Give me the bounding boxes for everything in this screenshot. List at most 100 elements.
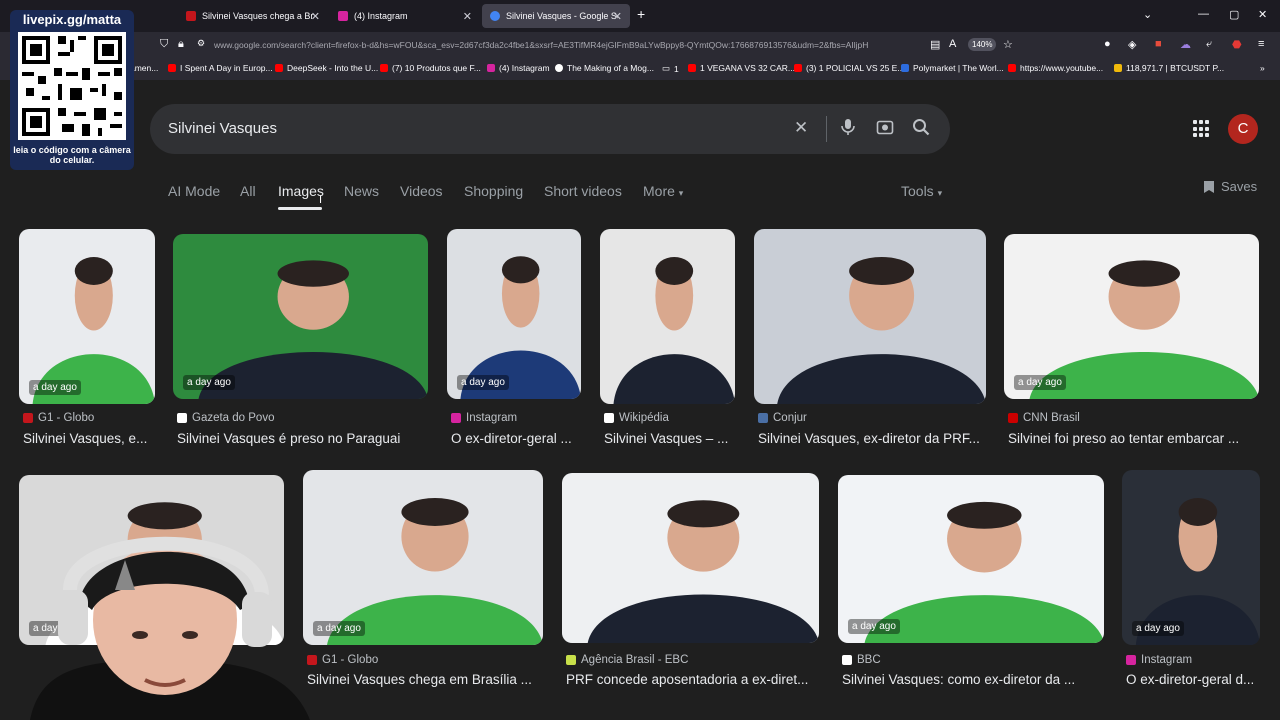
search-icon[interactable] [912,118,930,141]
search-input[interactable]: Silvinei Vasques [168,120,277,137]
adblock-icon[interactable]: ⬣ [1232,38,1242,51]
tab-list-icon[interactable]: ⌄ [1143,8,1152,21]
reader-view-icon[interactable]: ▤ [930,38,940,51]
image-thumbnail[interactable] [754,229,986,404]
person-photo [32,257,155,404]
permissions-icon[interactable]: ⚙ [197,38,205,49]
image-thumbnail[interactable]: a day ago [19,229,155,404]
person-body [777,354,986,404]
translate-icon[interactable]: A [949,38,956,50]
menu-icon[interactable]: ≡ [1258,38,1264,50]
bookmarks-overflow-icon[interactable]: » [1260,63,1265,73]
window-close-icon[interactable]: ✕ [1258,8,1267,21]
avatar[interactable]: C [1228,114,1258,144]
result-caption[interactable]: Silvinei Vasques, e... [23,431,155,446]
close-icon[interactable]: ✕ [311,10,320,23]
extension-g-icon[interactable]: ● [1104,38,1111,50]
more-label: More [643,183,675,199]
bookmark-item[interactable]: (4) Instagram [487,63,550,73]
bookmark-label: DeepSeek - Into the U... [287,63,379,73]
divider [826,116,827,142]
bookmark-item[interactable]: amen... [130,63,158,73]
image-thumbnail[interactable] [600,229,735,404]
bookmark-item[interactable]: 118,971.7 | BTCUSDT P... [1114,63,1224,73]
google-apps-icon[interactable] [1193,120,1211,138]
tab-short-videos[interactable]: Short videos [544,183,622,199]
new-tab-button[interactable]: + [637,6,645,22]
result-source[interactable]: Agência Brasil - EBC [566,654,688,666]
person-hair [74,257,113,285]
tab-shopping[interactable]: Shopping [464,183,523,199]
shield-icon[interactable]: ⛉ [160,38,168,51]
result-caption[interactable]: Silvinei Vasques – ... [604,431,735,446]
result-source[interactable]: BBC [842,654,881,666]
close-icon[interactable]: ✕ [463,10,472,23]
bookmark-item[interactable]: (3) 1 POLICIAL VS 25 E... [794,63,904,73]
tab-silvinei-brasilia[interactable]: Silvinei Vasques chega a Brasília ✕ [178,4,328,28]
tab-news[interactable]: News [344,183,379,199]
tab-instagram[interactable]: (4) Instagram ✕ [330,4,480,28]
extension-arrow-icon[interactable]: ⤶ [1206,38,1212,51]
zoom-level[interactable]: 140% [968,38,997,51]
result-caption[interactable]: O ex-diretor-geral ... [451,431,581,446]
image-thumbnail[interactable]: a day ago [838,475,1104,643]
result-caption[interactable]: Silvinei Vasques, ex-diretor da PRF... [758,431,986,446]
source-name: G1 - Globo [38,412,95,424]
bookmark-item[interactable]: 1 VEGANA VS 32 CAR... [688,63,795,73]
image-thumbnail[interactable]: a day ago [1004,234,1259,399]
result-source[interactable]: Gazeta do Povo [177,412,274,424]
result-source[interactable]: Instagram [451,412,517,424]
tools-button[interactable]: Tools ▾ [901,183,942,199]
navigation-toolbar: ⛉ 🔒︎ ⚙ www.google.com/search?client=fire… [0,32,1280,58]
result-caption[interactable]: O ex-diretor-geral d... [1126,672,1260,687]
bookmark-label: https://www.youtube... [1020,63,1104,73]
extension-red-icon[interactable]: ■ [1155,38,1162,50]
tab-google-search[interactable]: Silvinei Vasques - Google Search ✕ [482,4,630,28]
result-caption[interactable]: PRF concede aposentadoria a ex-diret... [566,672,819,687]
bookmark-item[interactable]: I Spent A Day in Europ... [168,63,273,73]
tab-videos[interactable]: Videos [400,183,443,199]
tab-images[interactable]: Images [278,183,324,199]
image-thumbnail[interactable]: a day ago [447,229,581,399]
saves-button[interactable]: Saves [1203,179,1257,194]
result-caption[interactable]: Silvinei foi preso ao tentar embarcar ..… [1008,431,1259,446]
bookmark-item[interactable]: The Making of a Mog... [555,63,654,73]
image-thumbnail[interactable]: a day ago [173,234,428,399]
youtube-icon [794,64,802,72]
tab-ai-mode[interactable]: AI Mode [168,183,220,199]
result-caption[interactable]: Silvinei Vasques: como ex-diretor da ... [842,672,1104,687]
result-source[interactable]: Conjur [758,412,807,424]
bookmark-star-icon[interactable]: ☆ [1003,38,1013,51]
close-icon[interactable]: ✕ [613,10,622,23]
result-source[interactable]: G1 - Globo [23,412,94,424]
bookmark-item[interactable]: DeepSeek - Into the U... [275,63,378,73]
image-thumbnail[interactable]: a day ago [1122,470,1260,645]
result-source[interactable]: Wikipédia [604,412,669,424]
maximize-icon[interactable]: ▢ [1229,8,1239,21]
result-source[interactable]: Instagram [1126,654,1192,666]
minimize-icon[interactable]: — [1198,8,1209,20]
age-badge: a day ago [1132,621,1184,636]
tab-more[interactable]: More ▾ [643,183,683,199]
bookmark-item[interactable]: (7) 10 Produtos que F... [380,63,481,73]
bookmark-item[interactable]: https://www.youtube... [1008,63,1103,73]
extension-puzzle-icon[interactable]: ◈ [1128,38,1136,51]
extension-cloud-icon[interactable]: ☁ [1180,38,1191,51]
lock-icon[interactable]: 🔒︎ [178,38,184,51]
result-source[interactable]: CNN Brasil [1008,412,1080,424]
streamer-eye [132,631,148,639]
clear-icon[interactable]: ✕ [794,118,808,138]
youtube-icon [380,64,388,72]
bookmark-item[interactable]: Polymarket | The Worl... [901,63,1004,73]
result-caption[interactable]: Silvinei Vasques é preso no Paraguai [177,431,428,446]
binance-icon [1114,64,1122,72]
lens-camera-icon[interactable] [876,118,894,141]
bookmark-folder[interactable]: ▭ 1 [662,63,679,74]
url-input[interactable]: www.google.com/search?client=firefox-b-d… [214,40,922,50]
bookmark-label: (7) 10 Produtos que F... [392,63,481,73]
headphone-right [242,592,272,647]
microphone-icon[interactable] [840,118,856,141]
search-box[interactable]: Silvinei Vasques ✕ [150,104,950,154]
image-thumbnail[interactable] [562,473,819,643]
tab-all[interactable]: All [240,183,256,199]
